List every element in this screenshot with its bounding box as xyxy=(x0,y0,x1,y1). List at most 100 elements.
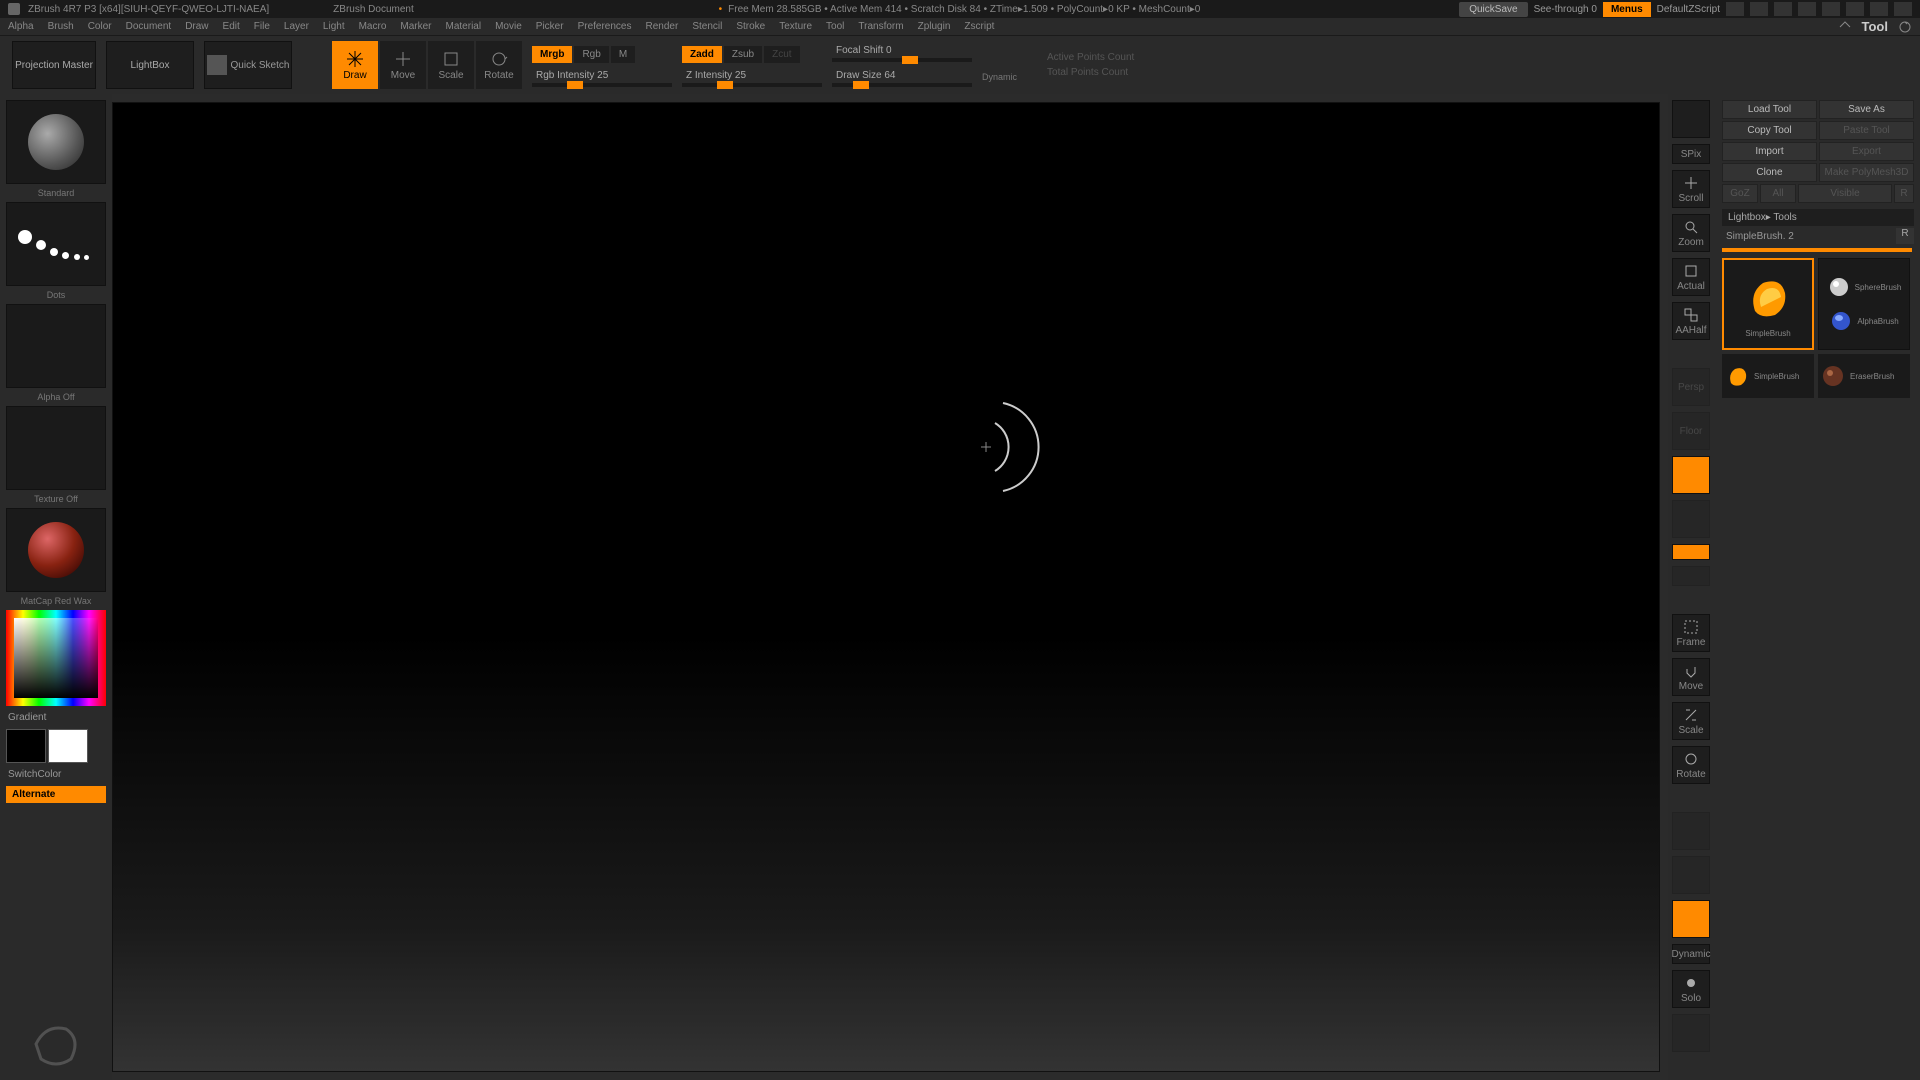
nav-scale-button[interactable]: Scale xyxy=(1672,702,1710,740)
lightbox-button[interactable]: LightBox xyxy=(106,41,194,89)
tool-r-button[interactable]: R xyxy=(1896,228,1914,244)
menu-stencil[interactable]: Stencil xyxy=(692,21,722,32)
minimize-button[interactable] xyxy=(1822,2,1840,16)
primary-color-swatch[interactable] xyxy=(48,729,88,763)
menu-layer[interactable]: Layer xyxy=(284,21,309,32)
focal-shift-slider[interactable] xyxy=(832,58,972,62)
goz-visible-button[interactable]: Visible xyxy=(1798,184,1892,203)
nav-move-button[interactable]: Move xyxy=(1672,658,1710,696)
rgb-intensity-slider[interactable] xyxy=(532,83,672,87)
xyz-button[interactable] xyxy=(1672,500,1710,538)
menu-stroke[interactable]: Stroke xyxy=(736,21,765,32)
tool-spherebrush-alphabrush[interactable]: SphereBrush AlphaBrush xyxy=(1818,258,1910,350)
pin-icon[interactable] xyxy=(1838,20,1852,34)
menu-edit[interactable]: Edit xyxy=(223,21,240,32)
nav-rotate-button[interactable]: Rotate xyxy=(1672,746,1710,784)
alpha-selector[interactable] xyxy=(6,304,106,388)
menu-marker[interactable]: Marker xyxy=(400,21,431,32)
m-button[interactable]: M xyxy=(611,46,635,63)
secondary-color-swatch[interactable] xyxy=(6,729,46,763)
menu-light[interactable]: Light xyxy=(323,21,345,32)
clone-button[interactable]: Clone xyxy=(1722,163,1817,182)
tool-slider[interactable] xyxy=(1722,248,1912,252)
sv-box[interactable] xyxy=(14,618,98,698)
menu-tool[interactable]: Tool xyxy=(826,21,844,32)
paste-tool-button[interactable]: Paste Tool xyxy=(1819,121,1914,140)
stroke-selector[interactable] xyxy=(6,202,106,286)
layout-button-3[interactable] xyxy=(1774,2,1792,16)
actual-button[interactable]: Actual xyxy=(1672,258,1710,296)
copy-tool-button[interactable]: Copy Tool xyxy=(1722,121,1817,140)
restore-button[interactable] xyxy=(1846,2,1864,16)
texture-selector[interactable] xyxy=(6,406,106,490)
menu-transform[interactable]: Transform xyxy=(858,21,903,32)
rotate-mode-button[interactable]: Rotate xyxy=(476,41,522,89)
tool-simplebrush2[interactable]: SimpleBrush xyxy=(1722,354,1814,398)
seethrough-slider[interactable]: See-through 0 xyxy=(1534,4,1597,15)
menu-alpha[interactable]: Alpha xyxy=(8,21,34,32)
close-button[interactable] xyxy=(1894,2,1912,16)
goz-all-button[interactable]: All xyxy=(1760,184,1796,203)
frame-button[interactable]: Frame xyxy=(1672,614,1710,652)
defaultzscript-button[interactable]: DefaultZScript xyxy=(1657,4,1720,15)
local-button[interactable] xyxy=(1672,456,1710,494)
goz-button[interactable]: GoZ xyxy=(1722,184,1758,203)
scroll-button[interactable]: Scroll xyxy=(1672,170,1710,208)
menu-brush[interactable]: Brush xyxy=(48,21,74,32)
menu-material[interactable]: Material xyxy=(446,21,482,32)
menu-file[interactable]: File xyxy=(254,21,270,32)
menu-picker[interactable]: Picker xyxy=(536,21,564,32)
draw-polyframe-button[interactable] xyxy=(1672,812,1710,850)
menu-preferences[interactable]: Preferences xyxy=(578,21,632,32)
menu-render[interactable]: Render xyxy=(646,21,679,32)
z-intensity-slider[interactable] xyxy=(682,83,822,87)
spix-button[interactable]: SPix xyxy=(1672,144,1710,164)
poly-button[interactable] xyxy=(1672,566,1710,586)
canvas[interactable] xyxy=(112,102,1660,1072)
shelf-blank-button[interactable] xyxy=(1672,100,1710,138)
ghost-button[interactable] xyxy=(1672,900,1710,938)
menu-zscript[interactable]: Zscript xyxy=(964,21,994,32)
maximize-button[interactable] xyxy=(1870,2,1888,16)
draw-mode-button[interactable]: Draw xyxy=(332,41,378,89)
layout-button-4[interactable] xyxy=(1798,2,1816,16)
export-button[interactable]: Export xyxy=(1819,142,1914,161)
layout-button-1[interactable] xyxy=(1726,2,1744,16)
gradient-toggle[interactable]: Gradient xyxy=(6,710,106,725)
aahalf-button[interactable]: AAHalf xyxy=(1672,302,1710,340)
menus-button[interactable]: Menus xyxy=(1603,2,1651,17)
xpose-button[interactable] xyxy=(1672,544,1710,560)
floor-button[interactable]: Floor xyxy=(1672,412,1710,450)
projection-master-button[interactable]: Projection Master xyxy=(12,41,96,89)
goz-r-button[interactable]: R xyxy=(1894,184,1914,203)
zcut-button[interactable]: Zcut xyxy=(764,46,799,63)
menu-texture[interactable]: Texture xyxy=(779,21,812,32)
load-tool-button[interactable]: Load Tool xyxy=(1722,100,1817,119)
zsub-button[interactable]: Zsub xyxy=(724,46,762,63)
reset-icon[interactable] xyxy=(1898,20,1912,34)
menu-color[interactable]: Color xyxy=(88,21,112,32)
color-picker[interactable] xyxy=(6,610,106,706)
draw-size-slider[interactable] xyxy=(832,83,972,87)
solo-button[interactable]: Solo xyxy=(1672,970,1710,1008)
persp-button[interactable]: Persp xyxy=(1672,368,1710,406)
scale-mode-button[interactable]: Scale xyxy=(428,41,474,89)
xpose2-button[interactable] xyxy=(1672,1014,1710,1052)
material-selector[interactable] xyxy=(6,508,106,592)
brush-selector[interactable] xyxy=(6,100,106,184)
zoom-button[interactable]: Zoom xyxy=(1672,214,1710,252)
zadd-button[interactable]: Zadd xyxy=(682,46,722,63)
menu-document[interactable]: Document xyxy=(126,21,172,32)
tool-simplebrush[interactable]: SimpleBrush xyxy=(1722,258,1814,350)
menu-zplugin[interactable]: Zplugin xyxy=(918,21,951,32)
layout-button-2[interactable] xyxy=(1750,2,1768,16)
import-button[interactable]: Import xyxy=(1722,142,1817,161)
switch-color-button[interactable]: SwitchColor xyxy=(6,767,106,782)
move-mode-button[interactable]: Move xyxy=(380,41,426,89)
quick-sketch-button[interactable]: Quick Sketch xyxy=(204,41,292,89)
rgb-button[interactable]: Rgb xyxy=(574,46,608,63)
quicksave-button[interactable]: QuickSave xyxy=(1459,2,1527,17)
transp-button[interactable] xyxy=(1672,856,1710,894)
mrgb-button[interactable]: Mrgb xyxy=(532,46,572,63)
tool-eraserbrush[interactable]: EraserBrush xyxy=(1818,354,1910,398)
